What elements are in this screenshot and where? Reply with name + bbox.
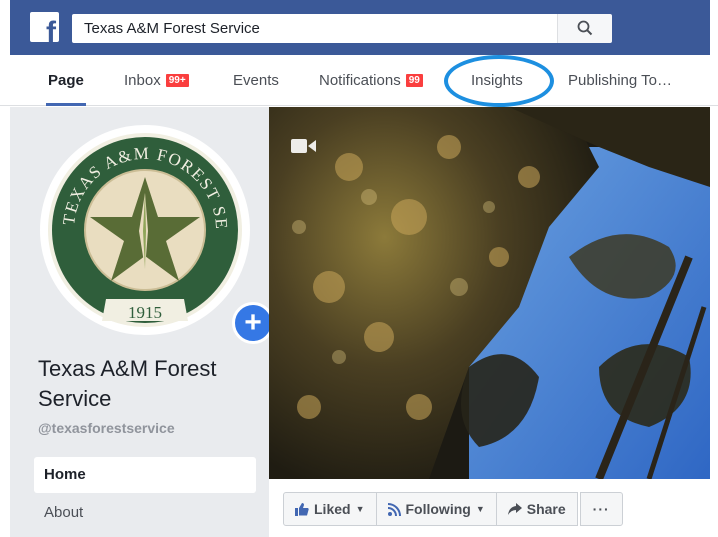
forest-canopy-image	[269, 107, 710, 479]
tab-inbox[interactable]: Inbox 99+	[124, 56, 190, 106]
cover-video[interactable]	[269, 107, 710, 479]
profile-picture[interactable]: 1915 TEXAS A&M FOREST SERVICE +	[40, 125, 274, 344]
following-button[interactable]: Following ▼	[375, 492, 497, 526]
search-button[interactable]	[557, 14, 612, 43]
notifications-count-badge: 99	[404, 73, 424, 88]
page-sidebar: 1915 TEXAS A&M FOREST SERVICE + Texas A&…	[10, 107, 274, 537]
plus-icon: +	[244, 306, 262, 339]
chevron-down-icon: ▼	[355, 504, 365, 514]
tab-publishing-tools[interactable]: Publishing To…	[568, 56, 672, 106]
facebook-f-icon[interactable]: f	[30, 12, 59, 42]
liked-button[interactable]: Liked ▼	[283, 492, 377, 526]
page-action-buttons: Liked ▼ Following ▼ Share ···	[283, 492, 623, 526]
insights-annotation-circle	[444, 55, 554, 107]
tab-page[interactable]: Page	[46, 56, 86, 106]
tab-notifications[interactable]: Notifications 99	[319, 56, 424, 106]
more-options-button[interactable]: ···	[579, 492, 623, 526]
sidebar-item-home[interactable]: Home	[34, 457, 256, 493]
forest-service-seal-logo: 1915 TEXAS A&M FOREST SERVICE	[46, 131, 242, 327]
sidebar-item-about[interactable]: About	[34, 495, 256, 531]
page-username[interactable]: @texasforestservice	[38, 420, 175, 436]
share-button[interactable]: Share	[495, 492, 578, 526]
inbox-count-badge: 99+	[164, 73, 190, 88]
facebook-page-screen: f Texas A&M Forest Service Page Inbox 99+…	[0, 0, 718, 537]
video-camera-icon	[291, 139, 316, 153]
add-profile-photo-button[interactable]: +	[232, 302, 274, 344]
chevron-down-icon: ▼	[475, 504, 485, 514]
search-input[interactable]: Texas A&M Forest Service	[72, 14, 557, 43]
magnifier-icon	[577, 20, 593, 36]
tab-events[interactable]: Events	[233, 56, 279, 106]
top-navigation-bar: f Texas A&M Forest Service	[0, 0, 718, 56]
share-arrow-icon	[507, 503, 522, 515]
seal-year-text: 1915	[128, 303, 162, 322]
page-title: Texas A&M Forest Service	[38, 356, 217, 411]
rss-feed-icon	[387, 502, 401, 516]
page-tab-bar: Page Inbox 99+ Events Notifications 99 Ins…	[0, 56, 718, 106]
thumbs-up-icon	[295, 502, 309, 516]
